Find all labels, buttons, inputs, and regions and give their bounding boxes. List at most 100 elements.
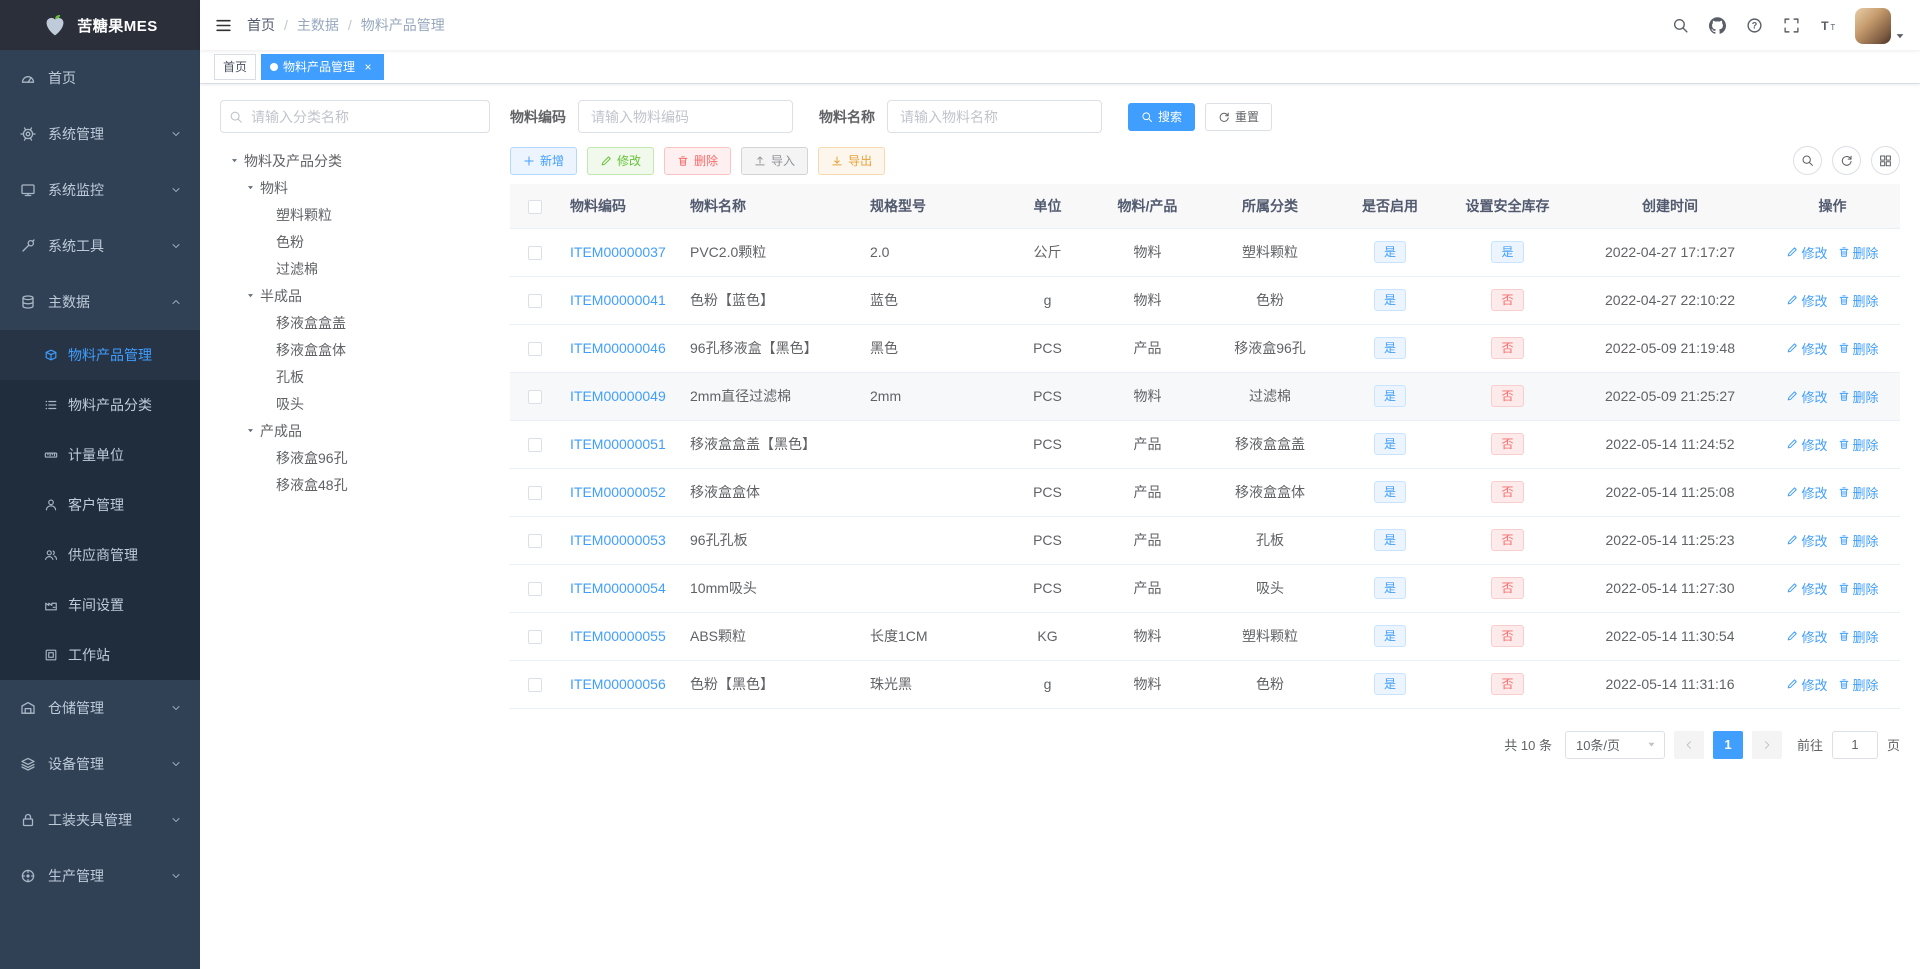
row-edit-button[interactable]: 修改 bbox=[1786, 675, 1828, 694]
page-size-select[interactable]: 10条/页 bbox=[1564, 730, 1665, 759]
sidebar-item[interactable]: 仓储管理 bbox=[0, 680, 200, 736]
item-code-link[interactable]: ITEM00000051 bbox=[570, 436, 666, 452]
item-code-link[interactable]: ITEM00000037 bbox=[570, 244, 666, 260]
row-checkbox[interactable] bbox=[528, 630, 542, 645]
row-delete-button[interactable]: 删除 bbox=[1838, 339, 1879, 358]
row-delete-button[interactable]: 删除 bbox=[1838, 579, 1879, 598]
row-delete-button[interactable]: 删除 bbox=[1838, 291, 1879, 310]
row-edit-button[interactable]: 修改 bbox=[1786, 627, 1828, 646]
fullscreen-icon[interactable] bbox=[1773, 0, 1810, 50]
row-checkbox[interactable] bbox=[528, 582, 542, 597]
sidebar-item[interactable]: 主数据 bbox=[0, 274, 200, 330]
sidebar-item[interactable]: 首页 bbox=[0, 50, 200, 106]
row-checkbox[interactable] bbox=[528, 294, 542, 309]
warning-toolbar-button[interactable]: 导出 bbox=[818, 146, 886, 175]
row-delete-button[interactable]: 删除 bbox=[1838, 627, 1879, 646]
tree-node[interactable]: 移液盒96孔 bbox=[220, 444, 490, 471]
tree-node[interactable]: 移液盒盒体 bbox=[220, 336, 490, 363]
tree-node[interactable]: 过滤棉 bbox=[220, 255, 490, 282]
grid-tool-button[interactable] bbox=[1871, 146, 1900, 175]
sidebar-item[interactable]: 设备管理 bbox=[0, 736, 200, 792]
row-checkbox[interactable] bbox=[528, 486, 542, 501]
breadcrumb-item[interactable]: 物料产品管理 bbox=[361, 15, 445, 35]
row-delete-button[interactable]: 删除 bbox=[1838, 675, 1879, 694]
tree-node[interactable]: 产成品 bbox=[220, 417, 490, 444]
search-tool-button[interactable] bbox=[1793, 146, 1822, 175]
user-menu[interactable] bbox=[1855, 0, 1906, 50]
tree-node[interactable]: 孔板 bbox=[220, 363, 490, 390]
item-code-link[interactable]: ITEM00000053 bbox=[570, 532, 666, 548]
row-edit-button[interactable]: 修改 bbox=[1786, 483, 1828, 502]
query-field-input[interactable] bbox=[578, 100, 793, 133]
reset-button[interactable]: 重置 bbox=[1205, 102, 1273, 131]
item-code-link[interactable]: ITEM00000041 bbox=[570, 292, 666, 308]
item-code-link[interactable]: ITEM00000056 bbox=[570, 676, 666, 692]
query-field-input[interactable] bbox=[887, 100, 1102, 133]
row-edit-button[interactable]: 修改 bbox=[1786, 579, 1828, 598]
row-delete-button[interactable]: 删除 bbox=[1838, 531, 1879, 550]
select-all-checkbox[interactable] bbox=[528, 199, 542, 214]
view-tab[interactable]: 物料产品管理 × bbox=[261, 53, 385, 80]
tree-node[interactable]: 吸头 bbox=[220, 390, 490, 417]
item-code-link[interactable]: ITEM00000049 bbox=[570, 388, 666, 404]
item-code-link[interactable]: ITEM00000052 bbox=[570, 484, 666, 500]
sidebar-subitem[interactable]: 客户管理 bbox=[0, 480, 200, 530]
next-page-button[interactable] bbox=[1751, 730, 1782, 759]
sidebar-subitem[interactable]: 车间设置 bbox=[0, 580, 200, 630]
sidebar-subitem[interactable]: 供应商管理 bbox=[0, 530, 200, 580]
row-checkbox[interactable] bbox=[528, 438, 542, 453]
search-icon[interactable] bbox=[1662, 0, 1699, 50]
sidebar-subitem[interactable]: 物料产品管理 bbox=[0, 330, 200, 380]
prev-page-button[interactable] bbox=[1673, 730, 1704, 759]
tree-node[interactable]: 塑料颗粒 bbox=[220, 201, 490, 228]
primary-toolbar-button[interactable]: 新增 bbox=[510, 146, 578, 175]
row-delete-button[interactable]: 删除 bbox=[1838, 243, 1879, 262]
row-edit-button[interactable]: 修改 bbox=[1786, 243, 1828, 262]
tree-node[interactable]: 移液盒48孔 bbox=[220, 471, 490, 498]
tree-node[interactable]: 移液盒盒盖 bbox=[220, 309, 490, 336]
sidebar-item[interactable]: 生产管理 bbox=[0, 848, 200, 904]
row-checkbox[interactable] bbox=[528, 678, 542, 693]
item-code-link[interactable]: ITEM00000055 bbox=[570, 628, 666, 644]
row-edit-button[interactable]: 修改 bbox=[1786, 387, 1828, 406]
sidebar-item[interactable]: 系统监控 bbox=[0, 162, 200, 218]
row-edit-button[interactable]: 修改 bbox=[1786, 291, 1828, 310]
row-checkbox[interactable] bbox=[528, 390, 542, 405]
sidebar-item[interactable]: 工装夹具管理 bbox=[0, 792, 200, 848]
row-edit-button[interactable]: 修改 bbox=[1786, 435, 1828, 454]
category-search-input[interactable] bbox=[220, 100, 490, 133]
sidebar-item[interactable]: 系统工具 bbox=[0, 218, 200, 274]
tree-node[interactable]: 半成品 bbox=[220, 282, 490, 309]
refresh-tool-button[interactable] bbox=[1832, 146, 1861, 175]
github-icon[interactable] bbox=[1699, 0, 1736, 50]
page-number-button[interactable]: 1 bbox=[1712, 730, 1743, 759]
row-checkbox[interactable] bbox=[528, 246, 542, 261]
row-delete-button[interactable]: 删除 bbox=[1838, 387, 1879, 406]
help-icon[interactable]: ? bbox=[1736, 0, 1773, 50]
sidebar-subitem[interactable]: 物料产品分类 bbox=[0, 380, 200, 430]
sidebar-subitem[interactable]: 工作站 bbox=[0, 630, 200, 680]
goto-page-input[interactable] bbox=[1831, 730, 1878, 759]
row-delete-button[interactable]: 删除 bbox=[1838, 483, 1879, 502]
tree-node[interactable]: 色粉 bbox=[220, 228, 490, 255]
success-toolbar-button[interactable]: 修改 bbox=[587, 146, 655, 175]
size-icon[interactable]: TT bbox=[1810, 0, 1847, 50]
danger-toolbar-button[interactable]: 删除 bbox=[664, 146, 732, 175]
close-icon[interactable]: × bbox=[361, 60, 375, 74]
row-edit-button[interactable]: 修改 bbox=[1786, 531, 1828, 550]
row-checkbox[interactable] bbox=[528, 342, 542, 357]
row-edit-button[interactable]: 修改 bbox=[1786, 339, 1828, 358]
item-code-link[interactable]: ITEM00000046 bbox=[570, 340, 666, 356]
sidebar-item[interactable]: 系统管理 bbox=[0, 106, 200, 162]
search-button[interactable]: 搜索 bbox=[1128, 102, 1196, 131]
breadcrumb-item[interactable]: 主数据 bbox=[297, 15, 339, 35]
app-logo[interactable]: 苦糖果MES bbox=[0, 0, 200, 50]
tree-node[interactable]: 物料 bbox=[220, 174, 490, 201]
sidebar-subitem[interactable]: 计量单位 bbox=[0, 430, 200, 480]
sidebar-toggle-icon[interactable] bbox=[200, 0, 247, 50]
info-toolbar-button[interactable]: 导入 bbox=[741, 146, 809, 175]
row-delete-button[interactable]: 删除 bbox=[1838, 435, 1879, 454]
row-checkbox[interactable] bbox=[528, 534, 542, 549]
tree-node[interactable]: 物料及产品分类 bbox=[220, 147, 490, 174]
view-tab[interactable]: 首页 bbox=[214, 53, 257, 80]
